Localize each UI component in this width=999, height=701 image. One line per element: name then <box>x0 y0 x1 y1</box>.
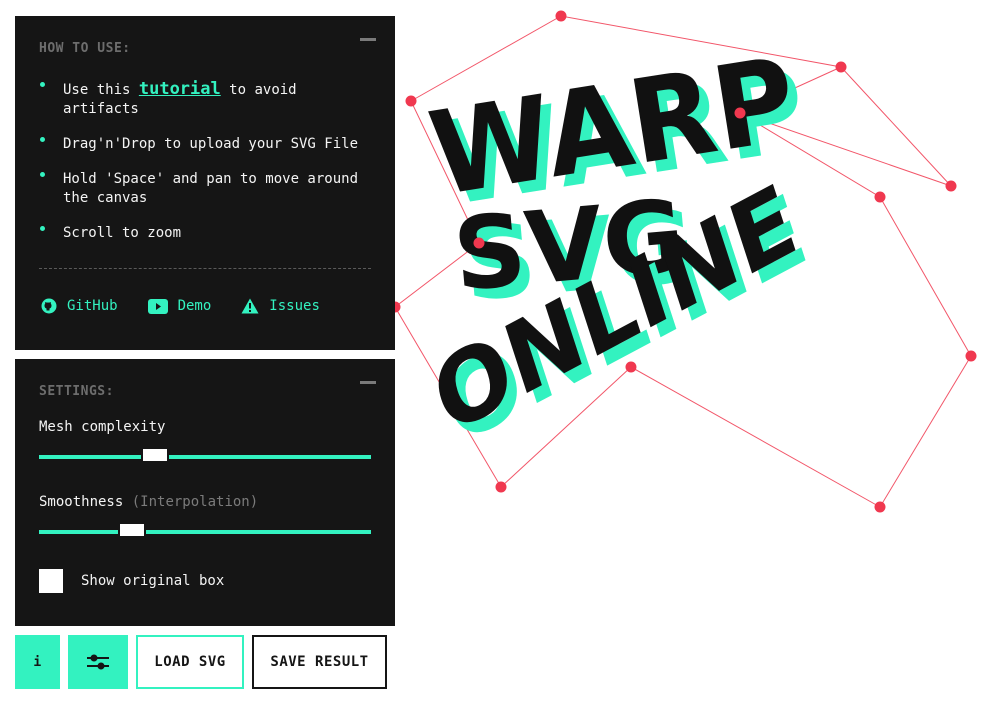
bullet-icon <box>40 137 45 142</box>
mesh-handle[interactable] <box>945 180 957 192</box>
help-text: Hold 'Space' and pan to move around the … <box>63 171 359 206</box>
show-original-box-checkbox[interactable] <box>39 569 63 593</box>
smoothness-label: Smoothness (Interpolation) <box>39 494 258 510</box>
youtube-icon <box>147 298 168 314</box>
github-label: GitHub <box>67 298 118 314</box>
mesh-handle[interactable] <box>734 107 746 119</box>
help-item-upload: Drag'n'Drop to upload your SVG File <box>39 135 369 154</box>
settings-title: SETTINGS: <box>39 384 114 399</box>
github-link[interactable]: GitHub <box>41 298 118 314</box>
mesh-handle[interactable] <box>473 237 485 249</box>
help-list: Use this tutorial to avoid artifacts Dra… <box>39 80 369 259</box>
smoothness-text: Smoothness <box>39 494 124 510</box>
mesh-handle[interactable] <box>835 61 847 73</box>
collapse-help-button[interactable] <box>360 38 376 41</box>
bullet-icon <box>40 172 45 177</box>
mesh-complexity-label: Mesh complexity <box>39 419 166 435</box>
bullet-icon <box>40 226 45 231</box>
help-text: Use this <box>63 82 139 98</box>
load-svg-button[interactable]: LOAD SVG <box>136 635 244 689</box>
settings-panel: SETTINGS: Mesh complexity Smoothness (In… <box>15 359 395 626</box>
warp-canvas[interactable]: WARP WARP SVG SVG ONLINE ONLINE <box>395 0 999 701</box>
links-row: GitHub Demo Issues <box>41 298 350 314</box>
help-panel: HOW TO USE: Use this tutorial to avoid a… <box>15 16 395 350</box>
help-text: Scroll to zoom <box>63 225 182 241</box>
collapse-settings-button[interactable] <box>360 381 376 384</box>
issues-link[interactable]: Issues <box>241 298 320 314</box>
smoothness-hint: (Interpolation) <box>131 494 259 510</box>
issues-label: Issues <box>269 298 320 314</box>
warning-icon <box>241 298 259 314</box>
mesh-complexity-thumb[interactable] <box>141 447 170 463</box>
settings-button[interactable] <box>68 635 128 689</box>
mesh-handle[interactable] <box>405 95 417 107</box>
mesh-complexity-slider[interactable] <box>39 447 371 463</box>
info-button[interactable]: i <box>15 635 60 689</box>
mesh-handle[interactable] <box>874 501 886 513</box>
help-item-tutorial: Use this tutorial to avoid artifacts <box>39 80 369 119</box>
help-item-zoom: Scroll to zoom <box>39 224 369 243</box>
help-title: HOW TO USE: <box>39 41 131 56</box>
github-icon <box>41 298 57 314</box>
mesh-handle[interactable] <box>555 10 567 22</box>
demo-link[interactable]: Demo <box>147 298 212 314</box>
demo-label: Demo <box>177 298 212 314</box>
help-text: Drag'n'Drop to upload your SVG File <box>63 136 359 152</box>
mesh-handle[interactable] <box>965 350 977 362</box>
mesh-handle[interactable] <box>625 361 637 373</box>
save-result-button[interactable]: SAVE RESULT <box>252 635 387 689</box>
bullet-icon <box>40 82 45 87</box>
divider <box>39 268 371 269</box>
show-original-box-label: Show original box <box>81 573 225 589</box>
help-item-pan: Hold 'Space' and pan to move around the … <box>39 170 369 208</box>
tutorial-link[interactable]: tutorial <box>139 79 221 99</box>
sliders-icon <box>87 654 109 670</box>
smoothness-slider[interactable] <box>39 522 371 538</box>
mesh-handle[interactable] <box>495 481 507 493</box>
smoothness-thumb[interactable] <box>117 522 146 538</box>
mesh-handle[interactable] <box>874 191 886 203</box>
